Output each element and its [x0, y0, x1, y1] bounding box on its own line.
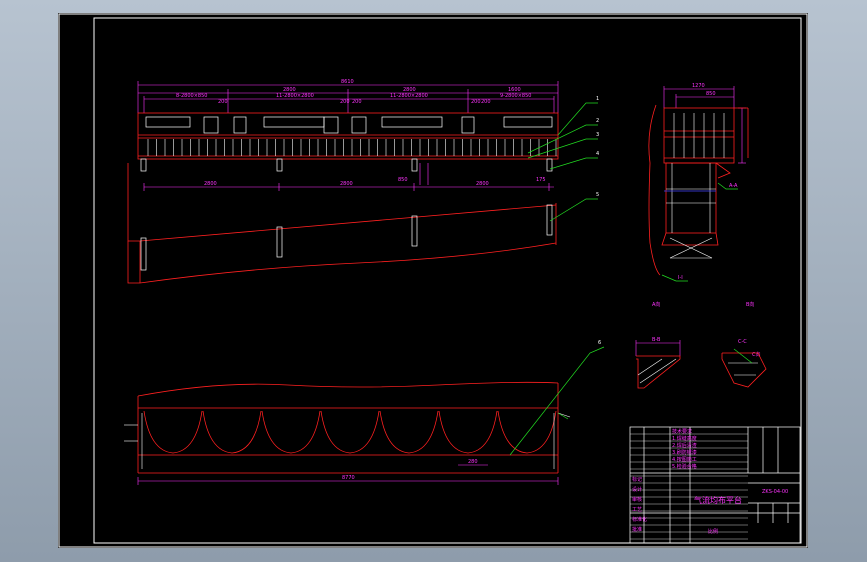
tb-left-5: 标准化: [632, 516, 647, 523]
tb-footer-note: 比例: [708, 528, 718, 535]
drawing-code: ZKS-04-00: [762, 489, 788, 495]
tb-left-4: 工艺: [632, 507, 642, 513]
side-view: 1270 850 A-A I-I: [648, 83, 749, 282]
dim-small-1: 200: [218, 99, 228, 105]
dim-small-4: 200: [471, 99, 481, 105]
tb-left-1: 标记: [632, 476, 642, 483]
dim-low-1: 2800: [204, 181, 217, 187]
note-line-1: 技术要求: [672, 428, 692, 435]
dim-top-overall: 8610: [341, 79, 354, 85]
tb-left-2: 设计: [632, 486, 642, 493]
callout-1: 1: [596, 96, 599, 102]
dim-low-4: 175: [536, 177, 546, 183]
callout-2: 2: [596, 118, 599, 124]
dim-span-a: 8-2800×850: [176, 93, 207, 99]
cad-viewport[interactable]: 8610 2800 2800 1600 8-2800×850 11-2800×2…: [58, 13, 808, 548]
callout-3: 3: [596, 132, 599, 138]
view-label-2: B向: [746, 301, 754, 308]
section-label-a: A-A: [729, 183, 738, 189]
drawing-title: 气流均布平台: [694, 495, 742, 505]
title-block: 技术要求 1.焊缝高度 2.焊后清渣 3.刷防锈漆 4.按图施工 5.检验合格 …: [629, 426, 801, 544]
deck-posts: [147, 139, 557, 156]
dim-mid-mark: 850: [398, 177, 408, 183]
dim-span-d: 9-2800×850: [500, 93, 531, 99]
tb-left-6: 批准: [632, 526, 642, 533]
cad-drawing: 8610 2800 2800 1600 8-2800×850 11-2800×2…: [58, 13, 808, 548]
view-label-3: C向: [752, 351, 761, 358]
note-line-6: 5.检验合格: [672, 463, 697, 470]
detail-right: C-C C向: [721, 339, 767, 388]
plan-scallops: [143, 410, 557, 454]
dim-small-3: 200: [352, 99, 362, 105]
detail-right-label: C-C: [738, 339, 747, 345]
dim-bottom-mid: 280: [468, 459, 478, 465]
front-elevation: 8610 2800 2800 1600 8-2800×850 11-2800×2…: [127, 79, 599, 284]
section-label-b: I-I: [678, 275, 683, 281]
callout-4: 4: [596, 151, 599, 157]
dim-low-2: 2800: [340, 181, 353, 187]
dim-bottom-overall: 8770: [342, 475, 355, 481]
dim-low-3: 2800: [476, 181, 489, 187]
callout-6: 6: [598, 340, 601, 346]
callout-5: 5: [596, 192, 599, 198]
note-line-5: 4.按图施工: [672, 456, 697, 463]
dim-side-sub: 850: [706, 91, 716, 97]
dim-side-top: 1270: [692, 83, 705, 89]
note-line-2: 1.焊缝高度: [672, 435, 697, 442]
view-label-1: A向: [652, 301, 660, 308]
dim-span-b: 11-2800×2800: [276, 93, 314, 99]
dim-span-c: 11-2800×2800: [390, 93, 428, 99]
detail-left-label: B-B: [652, 337, 661, 343]
note-line-3: 2.焊后清渣: [672, 442, 697, 449]
dim-small-2: 200: [340, 99, 350, 105]
tb-left-3: 审核: [632, 496, 642, 503]
note-line-4: 3.刷防锈漆: [672, 449, 697, 456]
detail-left: B-B: [635, 337, 681, 389]
plan-view: 8770 280 6: [124, 340, 605, 485]
dim-small-5: 200: [481, 99, 491, 105]
